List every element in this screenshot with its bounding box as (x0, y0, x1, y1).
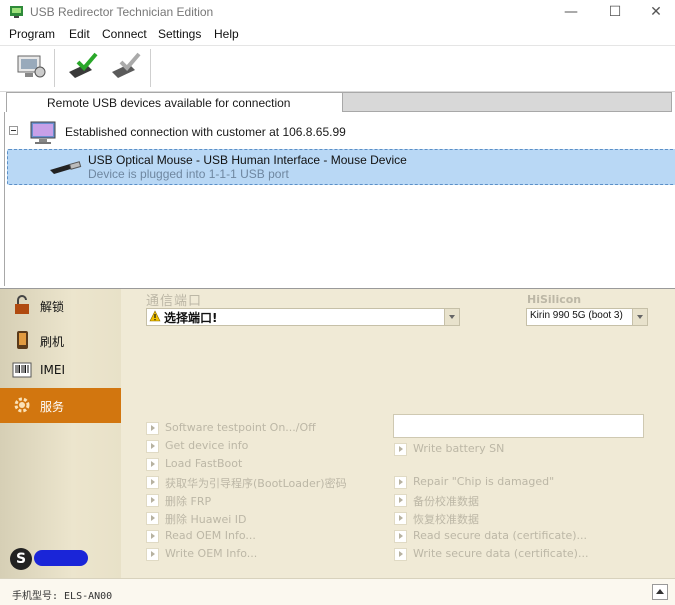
arrow-right-icon (146, 458, 159, 471)
tool-sidebar: 解锁 刷机 IMEI 服务 (0, 288, 121, 578)
disconnect-button[interactable] (109, 50, 143, 84)
phone-flash-icon (17, 331, 28, 349)
sidebar-item-label: 服务 (40, 400, 65, 414)
menu-program[interactable]: Program (9, 27, 55, 41)
arrow-right-icon (394, 443, 407, 456)
computer-settings-icon (17, 55, 46, 78)
usb-plug-icon (50, 161, 82, 174)
toolbar (0, 45, 675, 92)
action-label: 备份校准数据 (413, 495, 479, 508)
device-name: USB Optical Mouse - USB Human Interface … (88, 153, 407, 167)
info-input[interactable] (393, 414, 644, 438)
action-label: Write OEM Info... (165, 547, 258, 560)
arrow-right-icon (146, 422, 159, 435)
device-tree: Established connection with customer at … (4, 112, 675, 286)
tab-remote-devices[interactable]: Remote USB devices available for connect… (6, 92, 346, 113)
status-footer: 手机型号: ELS-AN00 (0, 578, 675, 605)
action-label: 获取华为引导程序(BootLoader)密码 (165, 477, 347, 490)
vendor-label: HiSilicon (527, 293, 582, 306)
tab-label: Remote USB devices available for connect… (47, 96, 291, 110)
phone-model: 手机型号: ELS-AN00 (12, 591, 113, 602)
arrow-right-icon (394, 512, 407, 525)
sidebar-item-unlock[interactable]: 解锁 (0, 288, 121, 323)
sidebar-item-label: 解锁 (40, 300, 65, 314)
computer-settings-button[interactable] (14, 50, 48, 84)
minimize-button[interactable]: — (548, 0, 594, 24)
connect-device-icon (69, 52, 98, 78)
sidebar-item-label: IMEI (40, 363, 66, 377)
connect-button[interactable] (66, 50, 100, 84)
maximize-button[interactable]: ☐ (592, 0, 638, 24)
action-label: Read OEM Info... (165, 529, 256, 542)
arrow-right-icon (146, 476, 159, 489)
action-label: Read secure data (certificate)... (413, 529, 588, 542)
connection-label[interactable]: Established connection with customer at … (65, 125, 346, 139)
usb-redirector-window: USB Redirector Technician Edition — ☐ ✕ … (0, 0, 675, 289)
unlock-icon (15, 295, 29, 314)
arrow-right-icon (394, 494, 407, 507)
disconnect-device-icon (112, 52, 141, 78)
chevron-down-icon[interactable] (632, 309, 647, 325)
chip-select[interactable]: Kirin 990 5G (boot 3) (526, 308, 648, 326)
menu-connect[interactable]: Connect (102, 27, 147, 41)
action-label: Load FastBoot (165, 457, 243, 470)
tree-expander[interactable] (9, 126, 18, 135)
barcode-icon (12, 362, 32, 378)
port-select[interactable]: 选择端口! (146, 308, 460, 326)
tab-blank[interactable] (342, 92, 672, 112)
action-label: 删除 Huawei ID (165, 513, 247, 526)
scroll-up-button[interactable] (652, 584, 668, 600)
sidebar-item-imei[interactable]: IMEI (0, 353, 121, 388)
action-label: Get device info (165, 439, 249, 452)
action-label: Write battery SN (413, 442, 505, 455)
port-value: 选择端口! (164, 311, 218, 325)
action-label: Software testpoint On.../Off (165, 421, 316, 434)
menu-settings[interactable]: Settings (158, 27, 201, 41)
gear-icon (14, 397, 30, 413)
toolbar-separator (54, 49, 55, 87)
arrow-right-icon (394, 548, 407, 561)
title-bar: USB Redirector Technician Edition — ☐ ✕ (0, 0, 675, 24)
arrow-right-icon (146, 494, 159, 507)
action-label: 删除 FRP (165, 495, 212, 508)
tab-strip: Remote USB devices available for connect… (4, 92, 675, 113)
sidebar-item-label: 刷机 (40, 335, 65, 349)
window-title: USB Redirector Technician Edition (30, 5, 214, 19)
menu-bar: Program Edit Connect Settings Help (0, 26, 675, 44)
action-label: Repair "Chip is damaged" (413, 475, 555, 488)
action-label: Write secure data (certificate)... (413, 547, 589, 560)
menu-edit[interactable]: Edit (69, 27, 90, 41)
arrow-right-icon (146, 530, 159, 543)
menu-help[interactable]: Help (214, 27, 239, 41)
chevron-down-icon[interactable] (444, 309, 459, 325)
arrow-right-icon (146, 548, 159, 561)
sidebar-item-service[interactable]: 服务 (0, 388, 121, 423)
app-icon (10, 6, 23, 18)
avatar[interactable]: S (10, 548, 32, 570)
device-status: Device is plugged into 1-1-1 USB port (88, 167, 289, 181)
chip-value: Kirin 990 5G (boot 3) (530, 310, 623, 321)
arrow-right-icon (146, 440, 159, 453)
redacted-username (34, 550, 88, 566)
warning-icon (149, 310, 161, 322)
arrow-right-icon (394, 530, 407, 543)
arrow-right-icon (146, 512, 159, 525)
action-label: 恢复校准数据 (413, 513, 479, 526)
port-label: 通信端口 (146, 294, 203, 309)
arrow-right-icon (394, 476, 407, 489)
device-row[interactable]: USB Optical Mouse - USB Human Interface … (7, 149, 675, 185)
remote-computer-icon (30, 121, 56, 144)
toolbar-separator (150, 49, 151, 87)
close-button[interactable]: ✕ (633, 0, 675, 24)
